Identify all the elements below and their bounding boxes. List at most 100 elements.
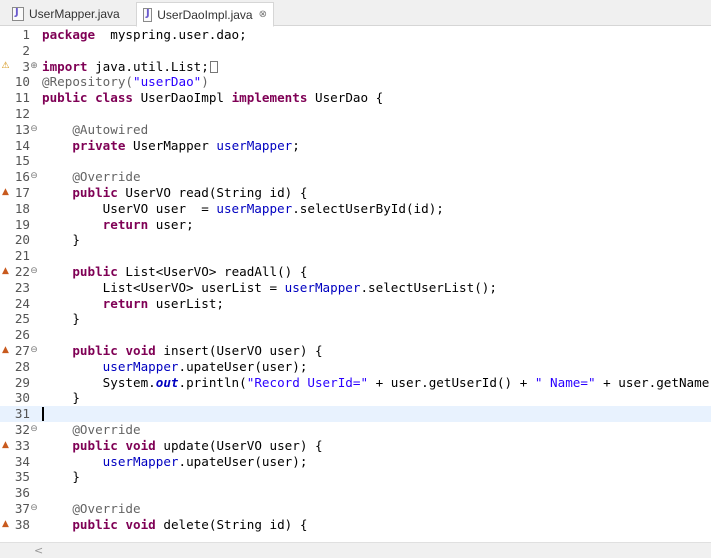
tab-userdaoimpl[interactable]: UserDaoImpl.java ⊗ [136,2,274,27]
code-text: } [42,469,80,485]
code-token: @Override [72,501,141,516]
code-line[interactable]: 24 return userList; [0,296,711,312]
line-number: 10 [14,74,30,90]
code-text: public void update(UserVO user) { [42,437,323,454]
code-token: } [42,311,80,327]
code-line[interactable]: ▲ 27 ⊖ public void insert(UserVO user) { [0,343,711,359]
code-line[interactable]: 29 System.out.println("Record UserId=" +… [0,375,711,391]
line-number: 36 [14,485,30,501]
fold-collapse-icon[interactable]: ⊖ [28,501,40,517]
text-caret [42,407,44,422]
code-line[interactable]: 13 ⊖ @Autowired [0,122,711,138]
code-line[interactable]: 25 } [0,311,711,327]
code-token: public [72,516,118,532]
code-token: .selectUserList(); [360,279,497,295]
code-line[interactable]: ▲ 22 ⊖ public List<UserVO> readAll() { [0,264,711,280]
code-editor[interactable]: 1 package myspring.user.dao; 2 ⚠ 3 ⊕ import ja… [0,26,711,542]
fold-expand-icon[interactable]: ⊕ [28,59,40,75]
tab-usermapper[interactable]: UserMapper.java [6,2,134,26]
folded-import-box-icon [209,60,218,73]
code-line[interactable]: 36 [0,485,711,501]
code-token: ; [292,137,300,153]
code-text: } [42,311,80,327]
code-text: UserVO user = userMapper.selectUserById(… [42,201,444,217]
code-token: userMapper [216,137,293,153]
code-line[interactable]: 37 ⊖ @Override [0,501,711,517]
code-line[interactable]: 28 userMapper.upateUser(user); [0,359,711,375]
code-line[interactable]: 16 ⊖ @Override [0,169,711,185]
code-line[interactable]: 26 [0,327,711,343]
code-token: implements [231,90,308,106]
line-number: 29 [14,374,30,390]
code-token: package [42,27,96,42]
code-line[interactable]: ▲ 17 public UserVO read(String id) { [0,185,711,201]
code-token: List<UserVO> userList = [42,279,285,295]
code-token: "Record UserId=" [246,374,369,390]
code-token: UserMapper [125,137,217,153]
fold-collapse-icon[interactable]: ⊖ [28,343,40,359]
code-line[interactable]: 30 } [0,390,711,406]
code-text: userMapper.upateUser(user); [42,359,308,375]
code-token: userMapper [216,200,293,216]
code-token: } [42,469,80,485]
scroll-left-icon[interactable]: < [34,543,43,558]
code-line[interactable]: 19 return user; [0,217,711,233]
line-number: 30 [14,390,30,406]
code-line[interactable]: 20 } [0,232,711,248]
code-line[interactable]: 21 [0,248,711,264]
code-token: class [95,90,134,106]
code-line[interactable]: 1 package myspring.user.dao; [0,27,711,43]
code-token: UserDao { [307,90,384,106]
java-file-icon [12,7,24,21]
code-text: @Override [42,422,141,438]
code-line[interactable]: ▲ 38 public void delete(String id) { [0,517,711,533]
close-icon[interactable]: ⊗ [259,9,267,20]
line-number: 27 [14,343,30,358]
fold-collapse-icon[interactable]: ⊖ [28,422,40,438]
code-text: private UserMapper userMapper; [42,138,300,154]
code-token: @Repository( [42,74,133,90]
code-token: .upateUser(user); [178,453,308,469]
code-line[interactable]: 14 private UserMapper userMapper; [0,138,711,154]
code-text: return user; [42,217,194,233]
code-text: @Override [42,501,141,517]
code-line[interactable]: 31 [0,406,711,422]
code-line[interactable]: 18 UserVO user = userMapper.selectUserBy… [0,201,711,217]
line-number: 21 [14,248,30,264]
code-line[interactable]: 2 [0,43,711,59]
code-token: userMapper [102,453,179,469]
code-line[interactable]: 15 [0,153,711,169]
code-line[interactable]: 11 public class UserDaoImpl implements Us… [0,90,711,106]
code-token: java.util.List; [87,58,209,74]
horizontal-scrollbar[interactable]: < [0,542,711,558]
code-line[interactable]: 34 userMapper.upateUser(user); [0,454,711,470]
code-line[interactable]: 12 [0,106,711,122]
code-line[interactable]: 35 } [0,469,711,485]
line-number: 22 [14,264,30,279]
line-number: 12 [14,106,30,121]
code-line[interactable]: 10 @Repository("userDao") [0,74,711,90]
code-token: delete(String id) { [155,516,308,532]
line-number: 37 [14,501,30,516]
fold-collapse-icon[interactable]: ⊖ [28,169,40,185]
fold-collapse-icon[interactable]: ⊖ [28,122,40,138]
code-token: UserVO user = [42,200,217,216]
java-file-icon [143,7,153,22]
fold-collapse-icon[interactable]: ⊖ [28,264,40,280]
code-line[interactable]: ⚠ 3 ⊕ import java.util.List; [0,59,711,75]
code-line[interactable]: 23 List<UserVO> userList = userMapper.se… [0,280,711,296]
code-line[interactable]: 32 ⊖ @Override [0,422,711,438]
code-token: @Override [72,422,141,437]
code-token: } [42,232,80,248]
code-token: @Override [72,169,141,185]
line-number: 31 [14,406,30,422]
code-token: update(UserVO user) { [155,437,323,453]
code-token: private [72,137,126,153]
line-number: 18 [14,200,30,216]
code-token: public [42,90,88,106]
code-line[interactable]: ▲ 33 public void update(UserVO user) { [0,438,711,454]
